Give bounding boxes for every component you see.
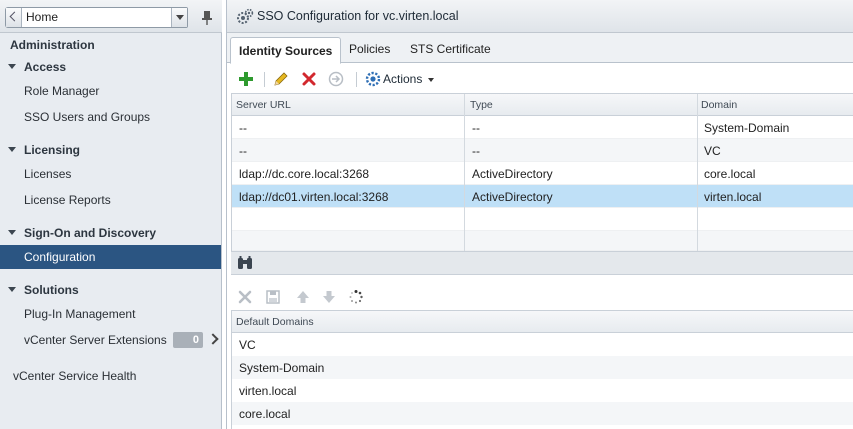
gears-icon (237, 8, 254, 24)
nav-item-licenses[interactable]: Licenses (24, 167, 71, 181)
tab-identity-sources[interactable]: Identity Sources (230, 37, 342, 64)
move-up-icon[interactable] (295, 289, 311, 305)
category-sign-on-discovery[interactable]: Sign-On and Discovery (8, 226, 156, 240)
loading-spinner-icon (349, 290, 363, 304)
cell-domain: virten.local (704, 190, 762, 204)
expand-triangle-icon (8, 230, 16, 235)
expand-triangle-icon (8, 287, 16, 292)
delete-icon[interactable] (301, 71, 317, 87)
binoculars-icon[interactable] (237, 256, 253, 270)
table-row-selected[interactable]: ldap://dc01.virten.local:3268 ActiveDire… (232, 185, 853, 208)
category-licensing[interactable]: Licensing (8, 143, 80, 157)
set-default-domain-icon[interactable] (328, 71, 344, 87)
main-panel: SSO Configuration for vc.virten.local Id… (226, 0, 853, 429)
cell-domain: core.local (704, 167, 756, 181)
domain-name: virten.local (239, 384, 297, 398)
domain-name: System-Domain (239, 361, 325, 375)
table-header: Server URL Type Domain (232, 94, 853, 116)
list-item[interactable]: core.local (232, 402, 853, 425)
table-row-empty (232, 208, 853, 231)
column-header-domain[interactable]: Domain (701, 99, 737, 111)
cell-server-url: ldap://dc01.virten.local:3268 (239, 190, 389, 204)
table-row[interactable]: ldap://dc.core.local:3268 ActiveDirector… (232, 162, 853, 185)
table-header: Default Domains (232, 311, 853, 333)
list-item[interactable]: virten.local (232, 379, 853, 402)
administration-heading: Administration (10, 38, 95, 52)
toolbar-separator (264, 72, 265, 87)
column-divider[interactable] (464, 94, 465, 251)
home-label: Home (26, 10, 59, 24)
move-down-icon[interactable] (321, 289, 337, 305)
nav-item-configuration[interactable]: Configuration (0, 245, 221, 269)
pin-icon[interactable] (200, 10, 214, 26)
nav-item-service-health[interactable]: vCenter Service Health (13, 369, 136, 383)
chevron-down-icon (428, 78, 434, 82)
identity-sources-toolbar: Actions (227, 64, 853, 93)
cell-type: -- (472, 144, 480, 158)
table-row[interactable]: -- -- VC (232, 139, 853, 162)
identity-sources-table: Server URL Type Domain -- -- System-Doma… (231, 93, 853, 251)
domain-name: VC (239, 338, 256, 352)
cell-type: ActiveDirectory (472, 167, 553, 181)
tab-sts-certificate[interactable]: STS Certificate (402, 38, 499, 63)
toolbar-separator (356, 72, 357, 87)
cell-type: ActiveDirectory (472, 190, 553, 204)
edit-pencil-icon[interactable] (273, 71, 289, 87)
cell-server-url: -- (239, 121, 247, 135)
chevron-down-icon[interactable] (171, 8, 187, 27)
default-domains-toolbar (231, 284, 853, 310)
save-icon[interactable] (265, 289, 281, 305)
domain-name: core.local (239, 407, 291, 421)
add-icon[interactable] (238, 71, 254, 87)
category-access[interactable]: Access (8, 60, 66, 74)
column-divider[interactable] (697, 94, 698, 251)
category-solutions[interactable]: Solutions (8, 283, 79, 297)
chevron-right-icon[interactable] (207, 333, 219, 345)
expand-triangle-icon (8, 147, 16, 152)
cell-domain: VC (704, 144, 721, 158)
list-item[interactable]: VC (232, 333, 853, 356)
nav-item-role-manager[interactable]: Role Manager (24, 84, 99, 98)
extensions-count-badge: 0 (173, 332, 203, 348)
column-header-type[interactable]: Type (470, 99, 493, 111)
back-arrow-icon[interactable] (6, 8, 22, 27)
cell-domain: System-Domain (704, 121, 790, 135)
home-breadcrumb[interactable]: Home (5, 7, 188, 28)
cell-server-url: ldap://dc.core.local:3268 (239, 167, 370, 181)
title-bar: SSO Configuration for vc.virten.local (227, 0, 853, 33)
default-domains-table: Default Domains VC System-Domain virten.… (231, 310, 853, 429)
list-item[interactable]: System-Domain (232, 356, 853, 379)
cell-server-url: -- (239, 144, 247, 158)
gear-icon (365, 71, 381, 87)
remove-icon[interactable] (237, 289, 253, 305)
table-row-empty (232, 231, 853, 251)
navigator-panel: Home Administration Access Role Manager … (0, 0, 222, 429)
expand-triangle-icon (8, 64, 16, 69)
cell-type: -- (472, 121, 480, 135)
navigator-header: Home (0, 0, 222, 33)
page-title: SSO Configuration for vc.virten.local (257, 9, 459, 23)
table-row[interactable]: -- -- System-Domain (232, 116, 853, 139)
tab-bar: Identity Sources Policies STS Certificat… (227, 33, 853, 64)
nav-item-plugin-management[interactable]: Plug-In Management (24, 307, 135, 321)
nav-item-license-reports[interactable]: License Reports (24, 193, 111, 207)
actions-label: Actions (383, 72, 423, 86)
nav-item-vcenter-server-extensions[interactable]: vCenter Server Extensions (24, 333, 167, 347)
panel-splitter[interactable] (231, 251, 853, 275)
column-header-default-domains[interactable]: Default Domains (236, 316, 314, 328)
column-header-server-url[interactable]: Server URL (236, 99, 291, 111)
nav-item-sso-users-groups[interactable]: SSO Users and Groups (24, 110, 150, 124)
tab-policies[interactable]: Policies (341, 38, 398, 63)
